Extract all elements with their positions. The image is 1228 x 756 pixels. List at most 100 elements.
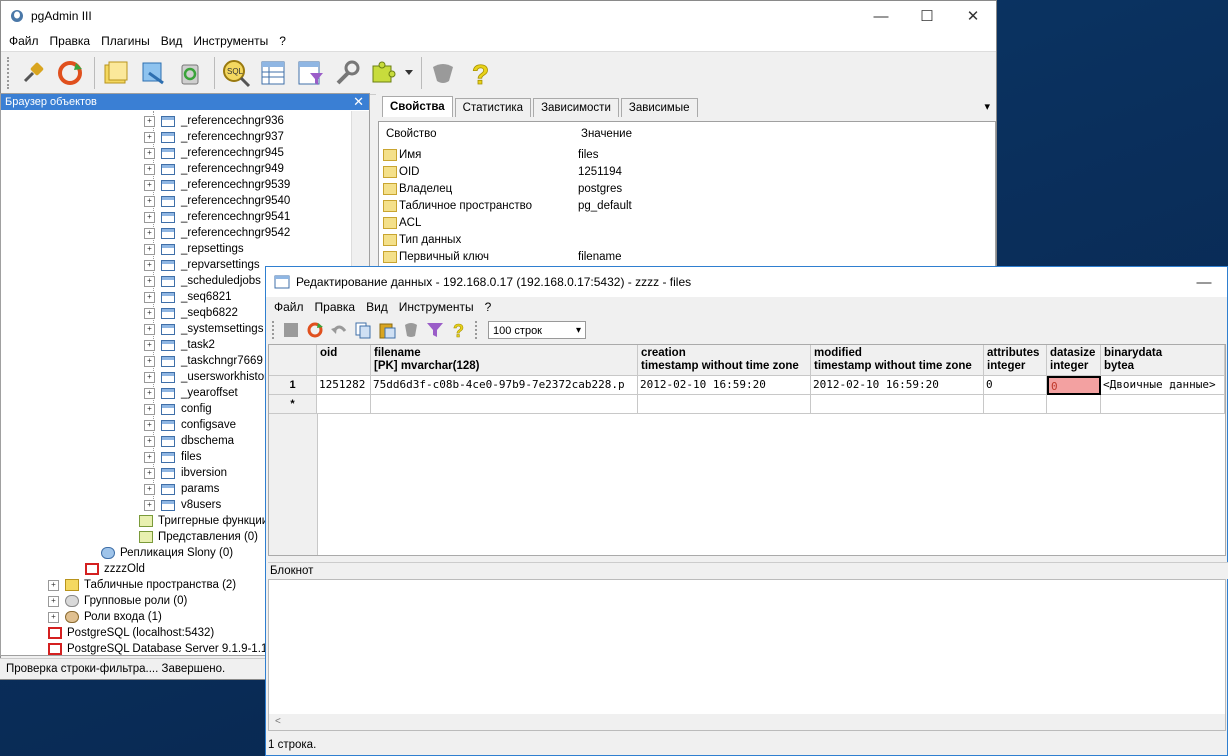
empty-cell[interactable] xyxy=(984,395,1047,414)
edit-minimize-button[interactable]: — xyxy=(1181,267,1227,297)
grid-corner[interactable] xyxy=(269,345,317,376)
help-icon[interactable]: ? xyxy=(463,56,497,90)
tab-dependents[interactable]: Зависимые xyxy=(620,98,698,117)
empty-cell[interactable] xyxy=(811,395,984,414)
column-header[interactable]: filename [PK] mvarchar(128) xyxy=(371,345,638,376)
tree-item-table[interactable]: + _referencechngr9541 xyxy=(144,209,290,225)
edit-menu-help[interactable]: ? xyxy=(485,300,492,314)
tree-item-tablespaces[interactable]: + Табличные пространства (2) xyxy=(48,577,236,593)
expand-icon[interactable]: + xyxy=(144,243,155,255)
column-header[interactable]: creation timestamp without time zone xyxy=(638,345,811,376)
expand-icon[interactable]: + xyxy=(144,355,155,367)
maximize-button[interactable]: ☐ xyxy=(904,1,950,31)
maintenance-icon[interactable] xyxy=(330,56,364,90)
tree-item-table[interactable]: + dbschema xyxy=(144,433,234,449)
scroll-left-icon[interactable]: < xyxy=(275,716,281,727)
table-cell[interactable]: 1251282 xyxy=(317,376,371,395)
tree-item-table[interactable]: + _taskchngr7669 xyxy=(144,353,263,369)
expand-icon[interactable]: + xyxy=(144,451,155,463)
copy-icon[interactable] xyxy=(353,320,373,340)
edit-toolbar-grip[interactable] xyxy=(272,321,277,339)
properties-icon[interactable] xyxy=(99,56,133,90)
property-row[interactable]: Тип данных xyxy=(383,232,578,249)
sql-icon[interactable]: SQL xyxy=(219,56,253,90)
expand-icon[interactable]: + xyxy=(144,275,155,287)
tree-item-views[interactable]: Представления (0) xyxy=(139,529,258,545)
table-cell[interactable]: 75dd6d3f-c08b-4ce0-97b9-7e2372cab228.p xyxy=(371,376,638,395)
tab-statistics[interactable]: Статистика xyxy=(454,98,532,117)
expand-icon[interactable]: + xyxy=(48,579,59,591)
tree-item-table[interactable]: + config xyxy=(144,401,212,417)
close-button[interactable]: ✕ xyxy=(950,1,996,31)
expand-icon[interactable]: + xyxy=(48,611,59,623)
column-header[interactable]: binarydata bytea xyxy=(1101,345,1225,376)
expand-icon[interactable]: + xyxy=(144,307,155,319)
plug-icon[interactable] xyxy=(16,56,50,90)
property-row[interactable]: Табличное пространство pg_default xyxy=(383,198,632,215)
tree-item-database[interactable]: zzzzOld xyxy=(85,561,145,577)
drop-icon[interactable] xyxy=(173,56,207,90)
notepad-scrollbar[interactable]: < xyxy=(269,714,1225,730)
property-row[interactable]: Первичный ключ filename xyxy=(383,249,621,266)
tree-item-table[interactable]: + _repvarsettings xyxy=(144,257,260,273)
expand-icon[interactable]: + xyxy=(144,131,155,143)
tree-item-table[interactable]: + files xyxy=(144,449,201,465)
tabs-menu-icon[interactable]: ▾ xyxy=(984,100,990,113)
expand-icon[interactable]: + xyxy=(144,483,155,495)
tree-item-table[interactable]: + _referencechngr945 xyxy=(144,145,284,161)
row-limit-select[interactable]: 100 строк ▾ xyxy=(488,321,586,339)
menu-plugins[interactable]: Плагины xyxy=(101,34,150,48)
tree-item-table[interactable]: + _usersworkhistory xyxy=(144,369,274,385)
undo-icon[interactable] xyxy=(329,320,349,340)
tree-item-table[interactable]: + configsave xyxy=(144,417,236,433)
property-row[interactable]: Имя files xyxy=(383,147,598,164)
tree-item-trigger-functions[interactable]: Триггерные функции xyxy=(139,513,268,529)
browser-close-icon[interactable]: ✕ xyxy=(353,94,364,110)
table-cell[interactable]: 0 xyxy=(984,376,1047,395)
expand-icon[interactable]: + xyxy=(144,291,155,303)
slony-icon[interactable] xyxy=(426,56,460,90)
tree-item-table[interactable]: + _referencechngr9542 xyxy=(144,225,290,241)
plugins-icon[interactable] xyxy=(367,56,401,90)
paste-icon[interactable] xyxy=(377,320,397,340)
new-row-marker[interactable]: * xyxy=(269,395,317,414)
tab-dependencies[interactable]: Зависимости xyxy=(533,98,619,117)
delete-icon[interactable] xyxy=(401,320,421,340)
tree-item-table[interactable]: + _seqb6822 xyxy=(144,305,238,321)
menu-edit[interactable]: Правка xyxy=(50,34,91,48)
edit-menu-view[interactable]: Вид xyxy=(366,300,388,314)
tab-properties[interactable]: Свойства xyxy=(382,96,453,117)
expand-icon[interactable]: + xyxy=(144,467,155,479)
menu-file[interactable]: Файл xyxy=(9,34,39,48)
tree-item-table[interactable]: + _seq6821 xyxy=(144,289,232,305)
menu-view[interactable]: Вид xyxy=(161,34,183,48)
expand-icon[interactable]: + xyxy=(144,211,155,223)
column-header[interactable]: oid xyxy=(317,345,371,376)
refresh-icon[interactable] xyxy=(53,56,87,90)
tree-item-table[interactable]: + _referencechngr937 xyxy=(144,129,284,145)
filter-icon[interactable] xyxy=(425,320,445,340)
table-cell[interactable]: 2012-02-10 16:59:20 xyxy=(811,376,984,395)
expand-icon[interactable]: + xyxy=(144,499,155,511)
tree-item-table[interactable]: + _referencechngr9540 xyxy=(144,193,290,209)
expand-icon[interactable]: + xyxy=(144,387,155,399)
property-row[interactable]: Владелец postgres xyxy=(383,181,622,198)
empty-cell[interactable] xyxy=(1101,395,1225,414)
expand-icon[interactable]: + xyxy=(48,595,59,607)
empty-cell[interactable] xyxy=(1047,395,1101,414)
save-icon[interactable] xyxy=(281,320,301,340)
tree-item-table[interactable]: + _task2 xyxy=(144,337,215,353)
filtered-view-icon[interactable] xyxy=(293,56,327,90)
tree-item-replication[interactable]: Репликация Slony (0) xyxy=(101,545,233,561)
expand-icon[interactable]: + xyxy=(144,323,155,335)
refresh-icon[interactable] xyxy=(305,320,325,340)
expand-icon[interactable]: + xyxy=(144,371,155,383)
selected-cell[interactable]: 0 xyxy=(1047,376,1101,395)
expand-icon[interactable]: + xyxy=(144,115,155,127)
empty-cell[interactable] xyxy=(371,395,638,414)
view-data-icon[interactable] xyxy=(256,56,290,90)
minimize-button[interactable]: — xyxy=(858,1,904,31)
plugins-dropdown-icon[interactable] xyxy=(404,56,414,90)
tree-item-login-roles[interactable]: + Роли входа (1) xyxy=(48,609,162,625)
edit-menu-file[interactable]: Файл xyxy=(274,300,304,314)
